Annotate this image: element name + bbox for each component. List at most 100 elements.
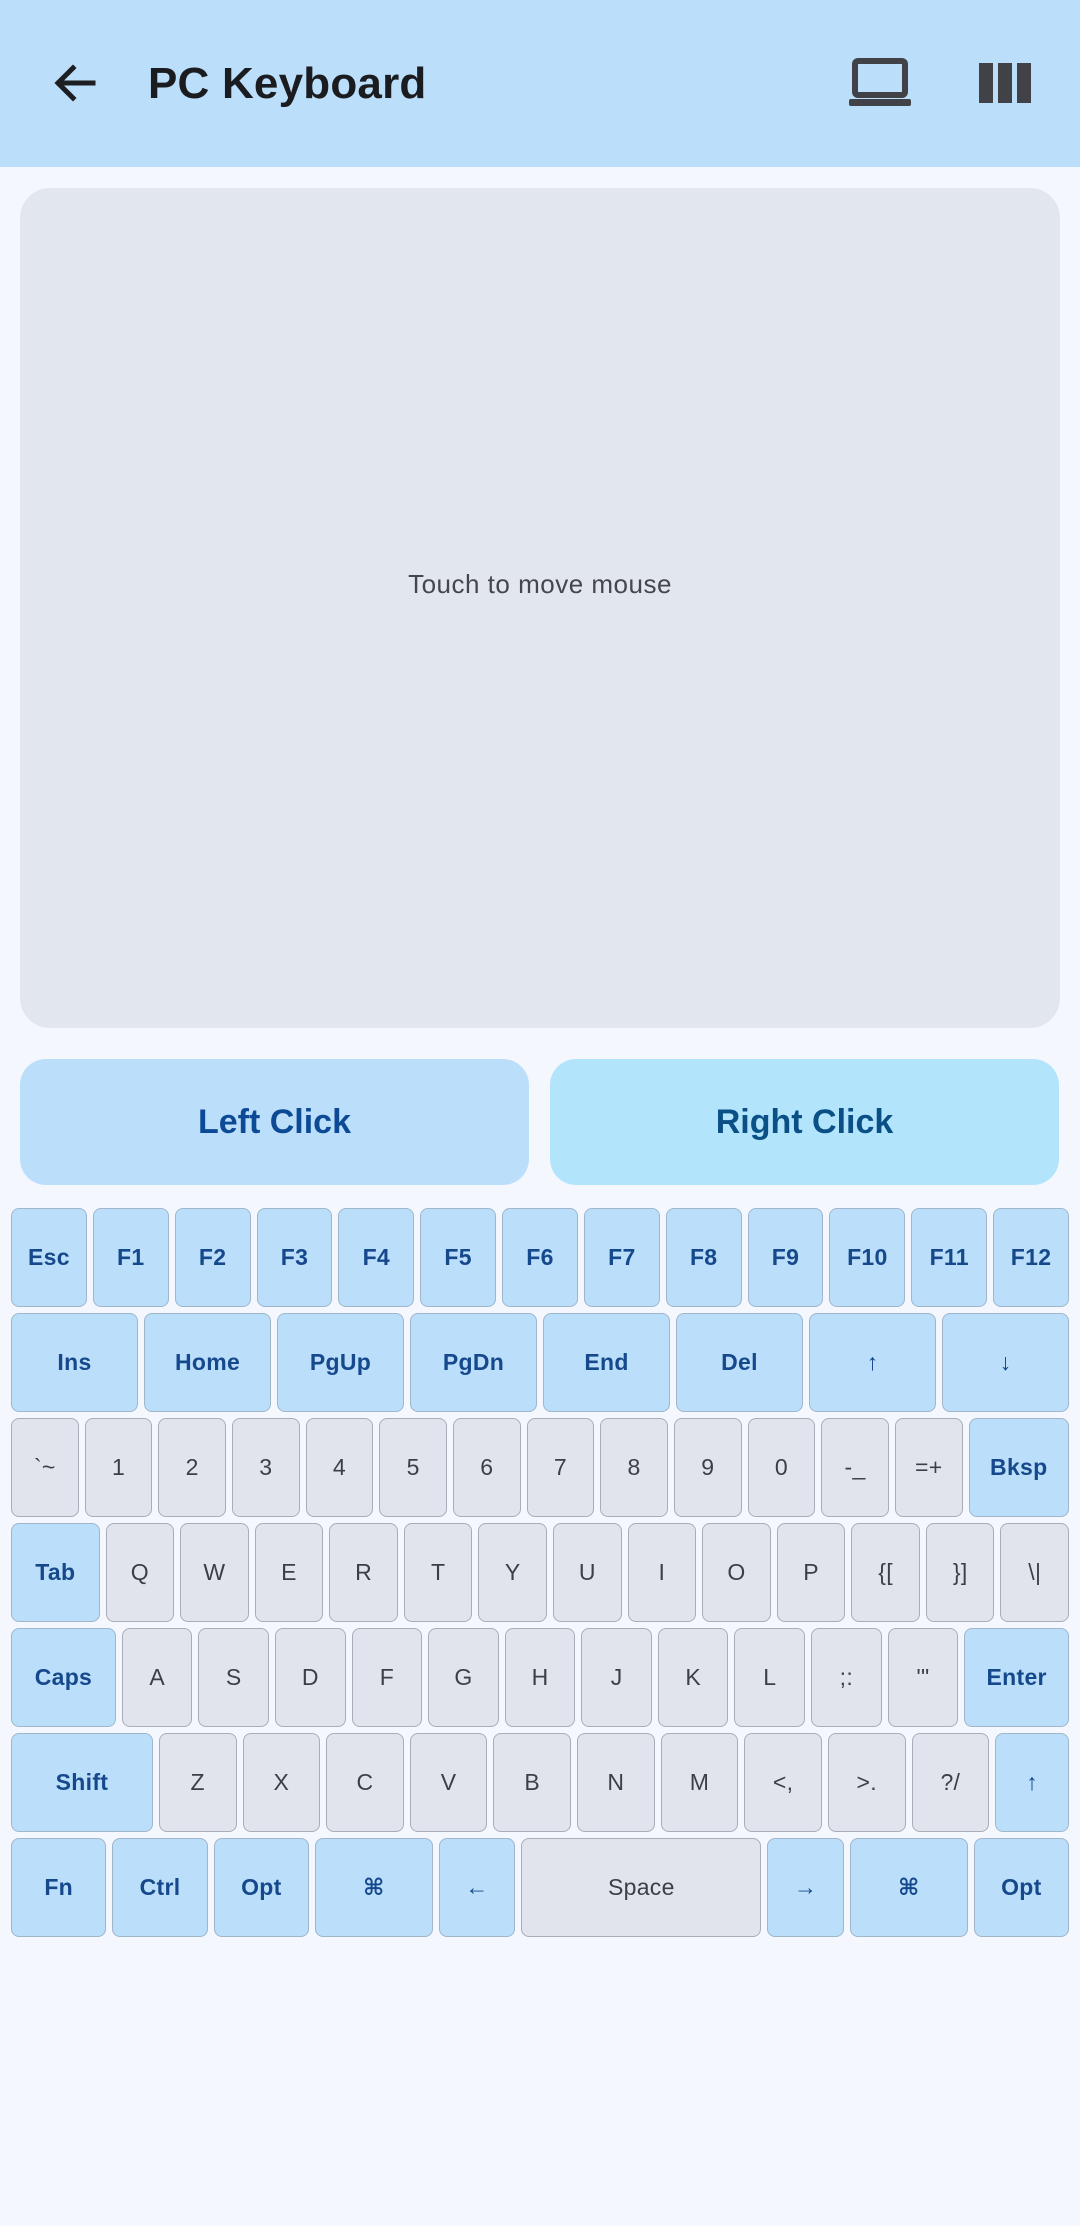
key[interactable]: C (326, 1733, 404, 1832)
key[interactable]: E (254, 1523, 324, 1622)
key[interactable]: X (242, 1733, 321, 1832)
back-button[interactable] (40, 48, 110, 118)
key[interactable]: Ctrl (112, 1838, 208, 1937)
keyboard-row: Caps A S D F G H J K L;: '" Enter (11, 1628, 1070, 1727)
key[interactable]: Shift (11, 1733, 153, 1832)
key[interactable]: F5 (420, 1208, 497, 1307)
key[interactable]: PgUp (277, 1313, 404, 1412)
key[interactable]: ↑ (995, 1733, 1069, 1832)
key[interactable]: M (660, 1733, 739, 1832)
key[interactable]: F12 (993, 1208, 1069, 1307)
key[interactable]: F9 (747, 1208, 824, 1307)
key[interactable]: V (409, 1733, 488, 1832)
key[interactable]: Caps (11, 1628, 116, 1727)
key[interactable]: F6 (502, 1208, 578, 1307)
key[interactable]: O (702, 1523, 771, 1622)
key[interactable]: F1 (92, 1208, 169, 1307)
touchpad[interactable]: Touch to move mouse (20, 188, 1060, 1028)
right-click-button[interactable]: Right Click (550, 1059, 1059, 1185)
key[interactable]: Opt (973, 1838, 1070, 1937)
key[interactable]: Tab (11, 1523, 100, 1622)
key[interactable]: {[ (851, 1523, 920, 1622)
key[interactable]: ⌘ (314, 1838, 433, 1937)
key[interactable]: Q (105, 1523, 175, 1622)
keyboard-row: `~ 1 2 3 4 5 6 7 8 9 0 -_ =+ Bksp (11, 1418, 1070, 1517)
key[interactable]: PgDn (410, 1313, 537, 1412)
key[interactable]: 7 (526, 1418, 595, 1517)
key[interactable]: =+ (894, 1418, 963, 1517)
keyboard: Esc F1 F2 F3 F4 F5 F6 F7 F8 F9 F10 F11 F12 Ins Home PgU… (11, 1208, 1070, 1943)
key[interactable]: K (657, 1628, 729, 1727)
key[interactable]: A (121, 1628, 193, 1727)
key[interactable]: F11 (911, 1208, 988, 1307)
key[interactable]: >. (827, 1733, 906, 1832)
key[interactable]: End (543, 1313, 670, 1412)
key[interactable]: 1 (84, 1418, 153, 1517)
key[interactable]: T (403, 1523, 473, 1622)
laptop-icon (849, 58, 911, 106)
key[interactable]: F4 (338, 1208, 415, 1307)
key[interactable]: Ins (11, 1313, 138, 1412)
key[interactable]: 0 (747, 1418, 816, 1517)
key[interactable]: \| (1000, 1523, 1070, 1622)
key[interactable]: F2 (174, 1208, 251, 1307)
key[interactable]: ?/ (911, 1733, 990, 1832)
key[interactable]: L (734, 1628, 806, 1727)
keyboard-row: Shift Z X C V B N M <, >. ?/↑ (11, 1733, 1069, 1832)
key[interactable]: Fn (11, 1838, 107, 1937)
key[interactable]: Z (158, 1733, 237, 1832)
device-button[interactable] (845, 50, 915, 116)
key[interactable]: F10 (829, 1208, 906, 1307)
key[interactable]: '" (887, 1628, 959, 1727)
key[interactable]: Space (521, 1838, 762, 1937)
key[interactable]: ↑ (809, 1313, 936, 1412)
key[interactable]: <, (744, 1733, 822, 1832)
key[interactable]: N (577, 1733, 655, 1832)
key[interactable]: G (428, 1628, 499, 1727)
key[interactable]: Del (676, 1313, 803, 1412)
key[interactable]: ← (438, 1838, 516, 1937)
key[interactable]: S (198, 1628, 270, 1727)
key[interactable]: W (180, 1523, 249, 1622)
key[interactable]: U (553, 1523, 622, 1622)
key[interactable]: F7 (583, 1208, 660, 1307)
key[interactable]: Esc (11, 1208, 87, 1307)
key[interactable]: Opt (213, 1838, 309, 1937)
key[interactable]: 8 (600, 1418, 668, 1517)
key[interactable]: ↓ (942, 1313, 1069, 1412)
layout-button[interactable] (970, 50, 1040, 116)
key[interactable]: F3 (256, 1208, 333, 1307)
key[interactable]: Home (144, 1313, 271, 1412)
key[interactable]: 6 (452, 1418, 521, 1517)
app-bar: PC Keyboard (0, 0, 1080, 167)
key[interactable]: R (329, 1523, 398, 1622)
key[interactable]: F (351, 1628, 423, 1727)
key[interactable]: Y (478, 1523, 548, 1622)
key[interactable]: 4 (305, 1418, 374, 1517)
keyboard-row: Ins Home PgUp PgDn End Del ↑ ↓ (11, 1313, 1069, 1412)
key[interactable]: 5 (379, 1418, 447, 1517)
key[interactable]: J (581, 1628, 652, 1727)
key[interactable]: -_ (821, 1418, 889, 1517)
key[interactable]: `~ (11, 1418, 79, 1517)
key[interactable]: 9 (673, 1418, 742, 1517)
key[interactable]: H (504, 1628, 576, 1727)
key[interactable]: }] (925, 1523, 995, 1622)
key[interactable]: D (275, 1628, 346, 1727)
columns-icon (979, 63, 1031, 103)
touchpad-hint: Touch to move mouse (408, 568, 672, 599)
key[interactable]: B (493, 1733, 572, 1832)
key[interactable]: Bksp (968, 1418, 1070, 1517)
key[interactable]: → (767, 1838, 844, 1937)
page-title: PC Keyboard (148, 59, 427, 108)
key[interactable]: 2 (158, 1418, 226, 1517)
key[interactable]: ;: (811, 1628, 882, 1727)
key[interactable]: 3 (231, 1418, 300, 1517)
key[interactable]: Enter (964, 1628, 1070, 1727)
key[interactable]: I (627, 1523, 697, 1622)
key[interactable]: F8 (665, 1208, 742, 1307)
key[interactable]: ⌘ (849, 1838, 968, 1937)
keyboard-row: Esc F1 F2 F3 F4 F5 F6 F7 F8 F9 F10 F11 F12 (11, 1208, 1069, 1307)
key[interactable]: P (776, 1523, 846, 1622)
left-click-button[interactable]: Left Click (20, 1059, 529, 1185)
